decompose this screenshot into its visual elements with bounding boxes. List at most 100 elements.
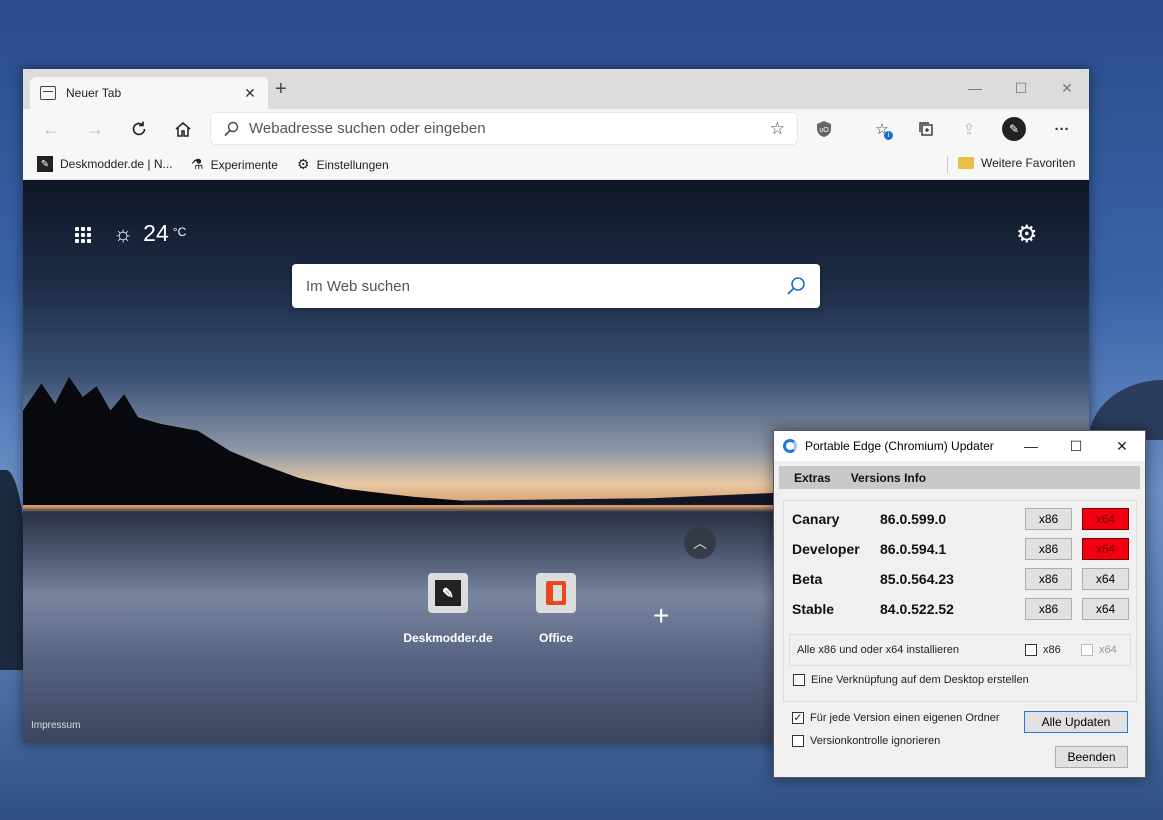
sun-icon: ☼	[113, 220, 134, 246]
channel-version: 86.0.594.1	[880, 541, 947, 557]
channel-row-beta: Beta 85.0.564.23 x86 x64	[792, 568, 1132, 590]
tab-title: Neuer Tab	[66, 86, 122, 100]
forward-button[interactable]: →	[81, 117, 109, 141]
channel-group: Canary 86.0.599.0 x86 x64 Developer 86.0…	[783, 500, 1137, 702]
updater-title: Portable Edge (Chromium) Updater	[805, 439, 994, 453]
tab-new-tab[interactable]: Neuer Tab ✕	[30, 77, 268, 109]
favorites-divider	[947, 156, 948, 173]
favorite-einstellungen[interactable]: ⚙ Einstellungen	[297, 156, 389, 173]
title-bar: Neuer Tab ✕ + — ☐ ✕	[23, 69, 1089, 109]
new-tab-button[interactable]: +	[275, 79, 287, 99]
gear-icon: ⚙	[297, 156, 310, 172]
favorite-deskmodder[interactable]: ✎ Deskmodder.de | N...	[37, 156, 173, 172]
profile-avatar[interactable]: ✎	[1001, 117, 1027, 141]
scroll-up-chevron-icon[interactable]: ︿	[684, 527, 716, 559]
home-button[interactable]	[169, 117, 197, 141]
web-search-input[interactable]	[306, 277, 786, 295]
canary-x86-button[interactable]: x86	[1025, 508, 1072, 530]
home-icon	[175, 122, 191, 137]
deskmodder-favicon-icon: ✎	[37, 156, 53, 172]
favorite-experimente[interactable]: ⚗ Experimente	[191, 156, 278, 173]
channel-version: 84.0.522.52	[880, 601, 954, 617]
favorite-label: Experimente	[210, 157, 278, 172]
address-bar[interactable]: ☆	[211, 113, 797, 144]
channel-name: Developer	[792, 541, 860, 557]
quick-link-office[interactable]: Office	[501, 573, 611, 645]
add-quick-link-button[interactable]: +	[653, 600, 669, 632]
beta-x64-button[interactable]: x64	[1082, 568, 1129, 590]
new-tab-page-icon	[40, 86, 56, 100]
temperature-unit: °C	[172, 225, 187, 239]
close-window-button[interactable]: ✕	[1044, 73, 1090, 103]
favorites-hub-icon[interactable]: ☆ i	[869, 117, 895, 141]
update-all-button[interactable]: Alle Updaten	[1024, 711, 1128, 733]
impressum-link[interactable]: Impressum	[31, 720, 80, 731]
checkbox-label: Eine Verknüpfung auf dem Desktop erstell…	[811, 674, 1029, 686]
channel-name: Stable	[792, 601, 835, 617]
checkbox-box[interactable]: ✓	[792, 712, 804, 724]
search-icon	[224, 121, 239, 136]
checkbox-box[interactable]	[792, 735, 804, 747]
install-all-x86-checkbox[interactable]: x86	[1025, 644, 1061, 656]
refresh-icon	[132, 121, 146, 136]
developer-x86-button[interactable]: x86	[1025, 538, 1072, 560]
toolbar: ← → ☆ uO ☆i ⇪ ✎ ···	[23, 109, 1089, 149]
back-button[interactable]: ←	[37, 117, 65, 141]
stable-x64-button[interactable]: x64	[1082, 598, 1129, 620]
folder-icon	[958, 157, 974, 169]
channel-row-stable: Stable 84.0.522.52 x86 x64	[792, 598, 1132, 620]
weather-widget[interactable]: ☼ 24 °C	[113, 220, 186, 247]
share-icon[interactable]: ⇪	[956, 117, 982, 141]
developer-x64-button[interactable]: x64	[1082, 538, 1129, 560]
updater-maximize-button[interactable]: ☐	[1059, 431, 1093, 461]
stable-x86-button[interactable]: x86	[1025, 598, 1072, 620]
page-settings-gear-icon[interactable]: ⚙	[1016, 220, 1038, 249]
install-all-label: Alle x86 und oder x64 installieren	[797, 644, 960, 656]
favorite-label: Einstellungen	[316, 157, 389, 172]
channel-version: 85.0.564.23	[880, 571, 954, 587]
checkbox-label: x64	[1099, 644, 1117, 656]
maximize-button[interactable]: ☐	[998, 73, 1044, 103]
quit-button[interactable]: Beenden	[1055, 746, 1128, 768]
channel-name: Beta	[792, 571, 823, 587]
menu-extras[interactable]: Extras	[794, 471, 831, 485]
checkbox-box	[1081, 644, 1093, 656]
ignore-version-checkbox[interactable]: Versionkontrolle ignorieren	[792, 735, 940, 747]
collections-icon[interactable]	[913, 117, 939, 141]
address-input[interactable]	[249, 120, 770, 137]
canary-x64-button[interactable]: x64	[1082, 508, 1129, 530]
minimize-button[interactable]: —	[952, 73, 998, 103]
beta-x86-button[interactable]: x86	[1025, 568, 1072, 590]
checkbox-box[interactable]	[1025, 644, 1037, 656]
updater-close-button[interactable]: ✕	[1105, 431, 1139, 461]
install-all-x64-checkbox: x64	[1081, 644, 1117, 656]
channel-row-canary: Canary 86.0.599.0 x86 x64	[792, 508, 1132, 530]
updater-window: Portable Edge (Chromium) Updater — ☐ ✕ E…	[773, 430, 1146, 778]
menu-versions-info[interactable]: Versions Info	[851, 471, 926, 485]
ublock-extension-icon[interactable]: uO	[811, 117, 837, 141]
checkbox-label: Versionkontrolle ignorieren	[810, 735, 941, 747]
svg-text:uO: uO	[819, 127, 829, 134]
channel-name: Canary	[792, 511, 840, 527]
close-tab-icon[interactable]: ✕	[242, 85, 258, 102]
desktop-shortcut-checkbox[interactable]: Eine Verknüpfung auf dem Desktop erstell…	[793, 674, 1029, 686]
flask-icon: ⚗	[191, 156, 204, 172]
updater-menu-bar: Extras Versions Info	[779, 466, 1140, 489]
add-favorite-star-icon[interactable]: ☆	[770, 119, 785, 139]
settings-more-icon[interactable]: ···	[1049, 117, 1075, 141]
install-all-box: Alle x86 und oder x64 installieren x86 x…	[789, 634, 1131, 666]
updater-minimize-button[interactable]: —	[1014, 431, 1048, 461]
apps-launcher-icon[interactable]	[75, 227, 91, 243]
web-search-box[interactable]	[292, 264, 820, 308]
tile-label: Office	[538, 631, 573, 645]
checkbox-label: Für jede Version einen eigenen Ordner	[810, 712, 1000, 724]
quick-link-deskmodder[interactable]: ✎ Deskmodder.de	[393, 573, 503, 645]
own-folder-checkbox[interactable]: ✓ Für jede Version einen eigenen Ordner	[792, 712, 1000, 724]
checkbox-box[interactable]	[793, 674, 805, 686]
refresh-button[interactable]	[125, 117, 153, 141]
search-icon[interactable]	[786, 276, 806, 296]
deskmodder-tile-icon: ✎	[428, 573, 468, 613]
forest-silhouette	[23, 376, 483, 505]
channel-row-developer: Developer 86.0.594.1 x86 x64	[792, 538, 1132, 560]
other-favorites-folder[interactable]: Weitere Favoriten	[958, 156, 1075, 170]
